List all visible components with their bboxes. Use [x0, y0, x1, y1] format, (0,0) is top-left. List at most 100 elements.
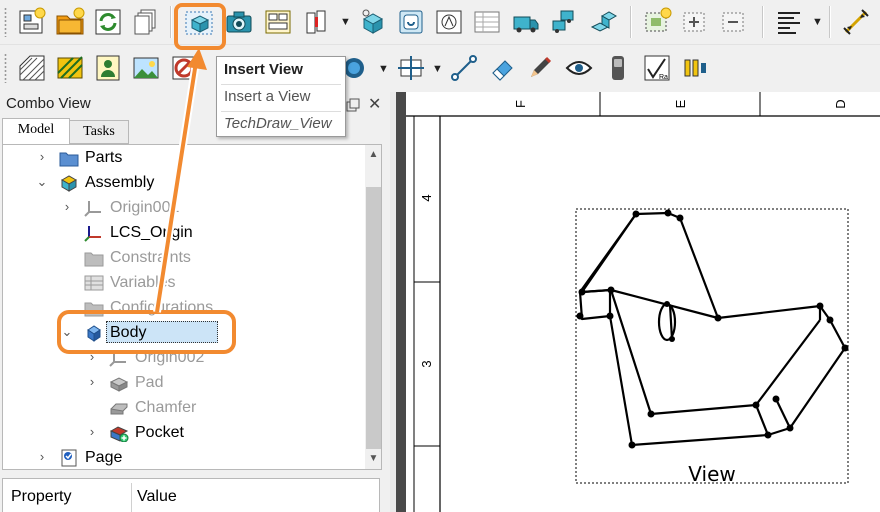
insert-view-tooltip: Insert View Insert a View TechDraw_View	[216, 56, 346, 137]
redraw-page-icon[interactable]	[90, 4, 126, 40]
frame-letter: D	[833, 99, 848, 108]
insert-image-person-icon[interactable]	[90, 50, 126, 86]
insert-view-icon[interactable]	[181, 5, 217, 41]
chevron-right-icon[interactable]: ›	[35, 449, 49, 464]
chevron-right-icon[interactable]: ›	[60, 199, 74, 214]
tree-item-label: Page	[85, 449, 123, 466]
tree-item-constraints[interactable]: Constraints	[3, 246, 363, 271]
techdraw-page[interactable]: F E D 4 3 View	[406, 92, 880, 512]
tree-scrollbar[interactable]: ▲ ▼	[365, 145, 381, 469]
insert-multiview-icon[interactable]	[260, 4, 296, 40]
tree-item-lcs-origin[interactable]: LCS_Origin	[3, 221, 363, 246]
value-column-header[interactable]: Value	[137, 488, 177, 506]
tree-item-label: Pad	[135, 374, 164, 391]
insert-detail-view-icon[interactable]	[355, 4, 391, 40]
main-toolbar-row-1: ▼ ▼	[0, 0, 880, 45]
clip-group-remove-icon[interactable]	[716, 4, 752, 40]
tab-model[interactable]: Model	[2, 118, 70, 144]
svg-text:Ra: Ra	[659, 74, 668, 81]
view-label[interactable]: View	[688, 462, 735, 486]
body-icon	[87, 325, 101, 342]
frame-number: 4	[419, 194, 434, 201]
property-column-header[interactable]: Property	[11, 488, 71, 506]
float-icon[interactable]	[346, 93, 360, 117]
tree-item-chamfer[interactable]: Chamfer	[3, 396, 363, 421]
assembly-icon	[60, 175, 78, 192]
tree-item-label: Configurations	[110, 299, 214, 316]
insert-spreadsheet-view-icon[interactable]	[469, 4, 505, 40]
chevron-right-icon[interactable]: ›	[35, 149, 49, 164]
combo-view-title: Combo View	[6, 95, 91, 112]
cosmetic-line-icon[interactable]	[446, 50, 482, 86]
tree-item-configurations[interactable]: Configurations	[3, 296, 363, 321]
insert-symbol-icon[interactable]	[431, 4, 467, 40]
column-divider[interactable]	[131, 483, 132, 512]
tab-tasks[interactable]: Tasks	[69, 120, 129, 144]
print-all-pages-icon[interactable]	[128, 4, 164, 40]
insert-projection-group-icon[interactable]	[393, 4, 429, 40]
toggle-frames-icon[interactable]	[166, 50, 202, 86]
geometric-hatch-icon[interactable]	[52, 50, 88, 86]
chevron-down-icon[interactable]: ▼	[432, 63, 443, 75]
balloon-align-icon[interactable]	[677, 50, 713, 86]
tree-item-parts[interactable]: › Parts	[3, 146, 363, 171]
length-dimension-icon[interactable]	[838, 4, 874, 40]
chevron-down-icon[interactable]: ▼	[378, 63, 389, 75]
eraser-icon[interactable]	[484, 50, 520, 86]
chevron-down-icon[interactable]: ⌄	[35, 174, 49, 190]
align-text-icon[interactable]	[771, 4, 807, 40]
tree-item-pad[interactable]: › Pad	[3, 371, 363, 396]
scroll-down-icon[interactable]: ▼	[365, 453, 381, 464]
tree-item-label: Chamfer	[135, 399, 197, 416]
tree-item-body[interactable]: ⌄ Body	[3, 321, 363, 346]
scroll-up-icon[interactable]: ▲	[365, 149, 381, 160]
chevron-down-icon[interactable]: ▼	[340, 16, 351, 28]
chevron-right-icon[interactable]: ›	[85, 374, 99, 389]
frame-letter: E	[673, 99, 688, 108]
insert-clip-icon[interactable]	[639, 4, 675, 40]
folder-gray-icon	[84, 302, 104, 317]
weld-symbol-icon[interactable]	[600, 50, 636, 86]
mdi-area-border	[396, 92, 406, 512]
hatch-face-icon[interactable]	[14, 50, 50, 86]
tree-item-origin001[interactable]: › Origin001	[3, 196, 363, 221]
lcs-icon	[84, 226, 101, 242]
show-all-eye-icon[interactable]	[561, 50, 597, 86]
folder-blue-icon	[59, 152, 79, 167]
model-tree: › Parts ⌄ Assembly › Origin001 LCS_Origi…	[2, 144, 382, 470]
tree-item-label: Origin001	[110, 199, 180, 216]
surface-finish-icon[interactable]: Ra	[639, 50, 675, 86]
insert-arch-view-icon[interactable]	[546, 4, 582, 40]
insert-section-view-icon[interactable]	[298, 4, 334, 40]
pencil-format-icon[interactable]	[522, 50, 558, 86]
tree-item-variables[interactable]: Variables	[3, 271, 363, 296]
tree-item-pocket[interactable]: › Pocket	[3, 421, 363, 446]
new-page-default-icon[interactable]	[14, 4, 50, 40]
main-toolbar-row-2: ▼ ▼ Ra	[0, 45, 880, 92]
insert-bitmap-icon[interactable]	[128, 50, 164, 86]
tree-item-origin002[interactable]: › Origin002	[3, 346, 363, 371]
scrollbar-thumb[interactable]	[366, 187, 381, 449]
toolbar-separator	[630, 6, 632, 38]
page-icon	[61, 449, 77, 467]
tree-item-page[interactable]: › Page	[3, 446, 363, 469]
property-view: Property Value	[2, 478, 380, 512]
chevron-right-icon[interactable]: ›	[85, 424, 99, 439]
toolbar-separator	[762, 6, 764, 38]
toolbar-grip[interactable]	[4, 53, 7, 83]
insert-draft-view-icon[interactable]	[508, 4, 544, 40]
clip-group-add-icon[interactable]	[677, 4, 713, 40]
insert-active-view-camera-icon[interactable]	[221, 4, 257, 40]
frame-number: 3	[419, 360, 434, 367]
tooltip-divider	[221, 84, 341, 85]
toolbar-grip[interactable]	[4, 7, 7, 37]
chevron-down-icon[interactable]: ⌄	[60, 324, 74, 340]
insert-clip-group-icon[interactable]	[585, 4, 621, 40]
new-page-template-icon[interactable]	[52, 4, 88, 40]
face-centerline-icon[interactable]	[393, 50, 429, 86]
tree-item-assembly[interactable]: ⌄ Assembly	[3, 171, 363, 196]
chevron-right-icon[interactable]: ›	[85, 349, 99, 364]
chevron-down-icon[interactable]: ▼	[812, 16, 823, 28]
close-icon[interactable]: ✕	[368, 94, 381, 114]
chamfer-icon	[110, 403, 128, 415]
